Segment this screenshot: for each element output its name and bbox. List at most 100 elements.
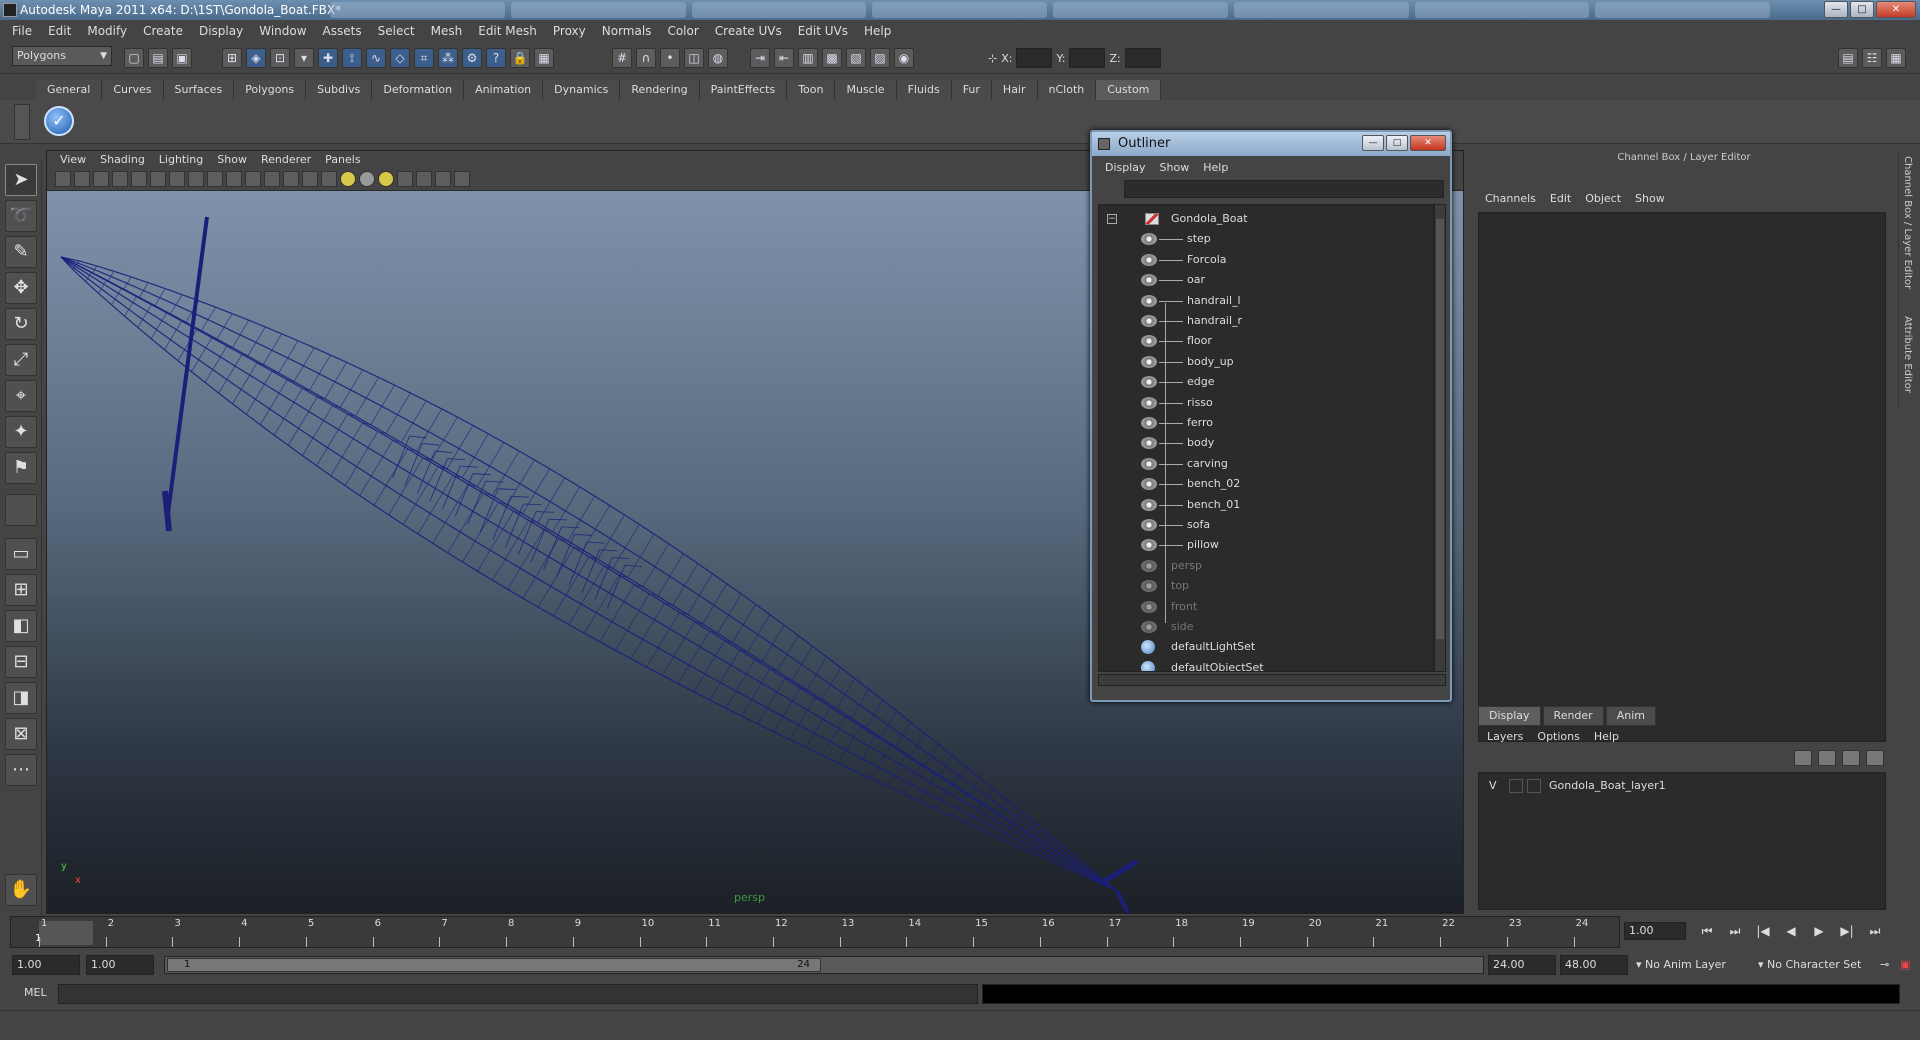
hand-tool-icon[interactable]: ✋ <box>5 874 37 906</box>
lasso-tool-icon[interactable]: ➰ <box>5 200 37 232</box>
layer-name[interactable]: Gondola_Boat_layer1 <box>1549 777 1666 795</box>
menu-proxy[interactable]: Proxy <box>545 24 594 38</box>
outliner-child-item[interactable]: step <box>1099 229 1433 249</box>
collapse-toggle[interactable]: − <box>1107 214 1117 224</box>
menu-display[interactable]: Display <box>191 24 251 38</box>
range-slider[interactable]: 1 24 <box>164 956 1484 974</box>
x-field[interactable] <box>1016 48 1053 68</box>
layer-menu-layers[interactable]: Layers <box>1480 728 1530 746</box>
shelf-tab-general[interactable]: General <box>36 80 103 100</box>
outliner-menu-help[interactable]: Help <box>1196 158 1235 178</box>
shelf-tab-animation[interactable]: Animation <box>464 80 544 100</box>
resolution-gate-icon[interactable] <box>169 171 185 187</box>
menu-modify[interactable]: Modify <box>79 24 135 38</box>
outliner-child-item[interactable]: handrail_l <box>1099 291 1433 311</box>
default-light-icon[interactable] <box>340 171 356 187</box>
shelf-tab-dynamics[interactable]: Dynamics <box>543 80 621 100</box>
construction-history-icon[interactable]: ▥ <box>798 48 818 68</box>
outliner-camera-item[interactable]: front <box>1099 597 1433 617</box>
new-empty-layer-icon[interactable] <box>1842 750 1860 766</box>
range-slider-thumb[interactable]: 1 24 <box>167 958 821 972</box>
film-gate-icon[interactable] <box>150 171 166 187</box>
outliner-child-item[interactable]: carving <box>1099 454 1433 474</box>
outliner-persp-layout-icon[interactable]: ◧ <box>5 610 37 642</box>
flat-shade-icon[interactable] <box>302 171 318 187</box>
scale-tool-icon[interactable]: ⤢ <box>5 344 37 376</box>
menu-help[interactable]: Help <box>856 24 899 38</box>
outliner-child-item[interactable]: bench_01 <box>1099 495 1433 515</box>
play-forwards-icon[interactable]: ▶ <box>1808 922 1830 940</box>
outliner-child-item[interactable]: risso <box>1099 393 1433 413</box>
checkmark-shelf-icon[interactable]: ✓ <box>44 106 74 136</box>
manipulator-tool-icon[interactable]: ⌖ <box>5 380 37 412</box>
shelf-tab-painteffects[interactable]: PaintEffects <box>699 80 788 100</box>
grid-toggle-icon[interactable] <box>131 171 147 187</box>
z-field[interactable] <box>1124 48 1161 68</box>
maximize-button[interactable]: □ <box>1850 1 1874 18</box>
toggle-channel-box-icon[interactable]: ▦ <box>1886 48 1906 68</box>
select-misc-icon[interactable]: ? <box>486 48 506 68</box>
vp-menu-view[interactable]: View <box>53 151 93 169</box>
outliner-child-item[interactable]: body <box>1099 433 1433 453</box>
graph-persp-layout-icon[interactable]: ⊟ <box>5 646 37 678</box>
bookmark-icon[interactable] <box>93 171 109 187</box>
snap-curve-icon[interactable]: ∩ <box>636 48 656 68</box>
vp-menu-shading[interactable]: Shading <box>93 151 152 169</box>
toggle-tool-settings-icon[interactable]: ☷ <box>1862 48 1882 68</box>
select-tool-icon[interactable]: ➤ <box>5 164 37 196</box>
step-back-key-icon[interactable]: ⏭ <box>1724 922 1746 940</box>
select-surfaces-icon[interactable]: ◇ <box>390 48 410 68</box>
outliner-child-item[interactable]: bench_02 <box>1099 474 1433 494</box>
shelf-tab-deformation[interactable]: Deformation <box>372 80 465 100</box>
render-frame-icon[interactable]: ▩ <box>822 48 842 68</box>
isolate-select-icon[interactable] <box>397 171 413 187</box>
highlight-selection-icon[interactable]: ▦ <box>534 48 554 68</box>
layout-options-icon[interactable]: ⋯ <box>5 754 37 786</box>
shelf-tab-muscle[interactable]: Muscle <box>835 80 897 100</box>
menu-create[interactable]: Create <box>135 24 191 38</box>
outliner-child-item[interactable]: sofa <box>1099 515 1433 535</box>
outliner-child-item[interactable]: pillow <box>1099 535 1433 555</box>
outliner-menu-display[interactable]: Display <box>1098 158 1153 178</box>
shelf-tab-surfaces[interactable]: Surfaces <box>163 80 235 100</box>
go-to-start-icon[interactable]: ⏮ <box>1696 922 1718 940</box>
menu-create-uvs[interactable]: Create UVs <box>707 24 790 38</box>
outliner-child-item[interactable]: handrail_r <box>1099 311 1433 331</box>
snap-view-plane-icon[interactable]: ◫ <box>684 48 704 68</box>
shelf-tab-subdivs[interactable]: Subdivs <box>306 80 373 100</box>
side-tab-channel-box[interactable]: Channel Box / Layer Editor <box>1902 156 1913 289</box>
auto-key-icon[interactable]: ⊸ <box>1880 955 1889 975</box>
outliner-filter-input[interactable] <box>1124 180 1444 198</box>
vp-menu-lighting[interactable]: Lighting <box>152 151 210 169</box>
shelf-tab-rendering[interactable]: Rendering <box>620 80 700 100</box>
go-to-end-icon[interactable]: ⏭ <box>1864 922 1886 940</box>
outliner-child-item[interactable]: Forcola <box>1099 250 1433 270</box>
menu-file[interactable]: File <box>4 24 40 38</box>
cb-menu-edit[interactable]: Edit <box>1543 190 1578 208</box>
camera-select-icon[interactable] <box>55 171 71 187</box>
scrollbar-thumb[interactable] <box>1436 219 1444 639</box>
outliner-child-item[interactable]: floor <box>1099 331 1433 351</box>
outliner-close-button[interactable]: ✕ <box>1410 135 1446 151</box>
shelf-tab-hair[interactable]: Hair <box>991 80 1038 100</box>
minimize-button[interactable]: — <box>1824 1 1848 18</box>
menu-edit[interactable]: Edit <box>40 24 79 38</box>
shelf-tab-fur[interactable]: Fur <box>951 80 992 100</box>
outliner-menu-show[interactable]: Show <box>1153 158 1197 178</box>
select-object-icon[interactable]: ◈ <box>246 48 266 68</box>
command-language-toggle[interactable]: MEL <box>24 986 47 999</box>
move-tool-icon[interactable]: ✥ <box>5 272 37 304</box>
menu-select[interactable]: Select <box>370 24 423 38</box>
cb-menu-show[interactable]: Show <box>1628 190 1672 208</box>
command-input[interactable] <box>58 984 978 1004</box>
open-scene-icon[interactable]: ▤ <box>148 48 168 68</box>
rotate-tool-icon[interactable]: ↻ <box>5 308 37 340</box>
transform-mode-icon[interactable]: ⊹ <box>988 52 997 65</box>
step-back-frame-icon[interactable]: |◀ <box>1752 922 1774 940</box>
xray-icon[interactable] <box>416 171 432 187</box>
mask-dropdown-icon[interactable]: ▾ <box>294 48 314 68</box>
save-scene-icon[interactable]: ▣ <box>172 48 192 68</box>
y-field[interactable] <box>1069 48 1106 68</box>
outliner-set-item[interactable]: defaultObjectSet <box>1099 658 1433 671</box>
select-rendering-icon[interactable]: ⚙ <box>462 48 482 68</box>
